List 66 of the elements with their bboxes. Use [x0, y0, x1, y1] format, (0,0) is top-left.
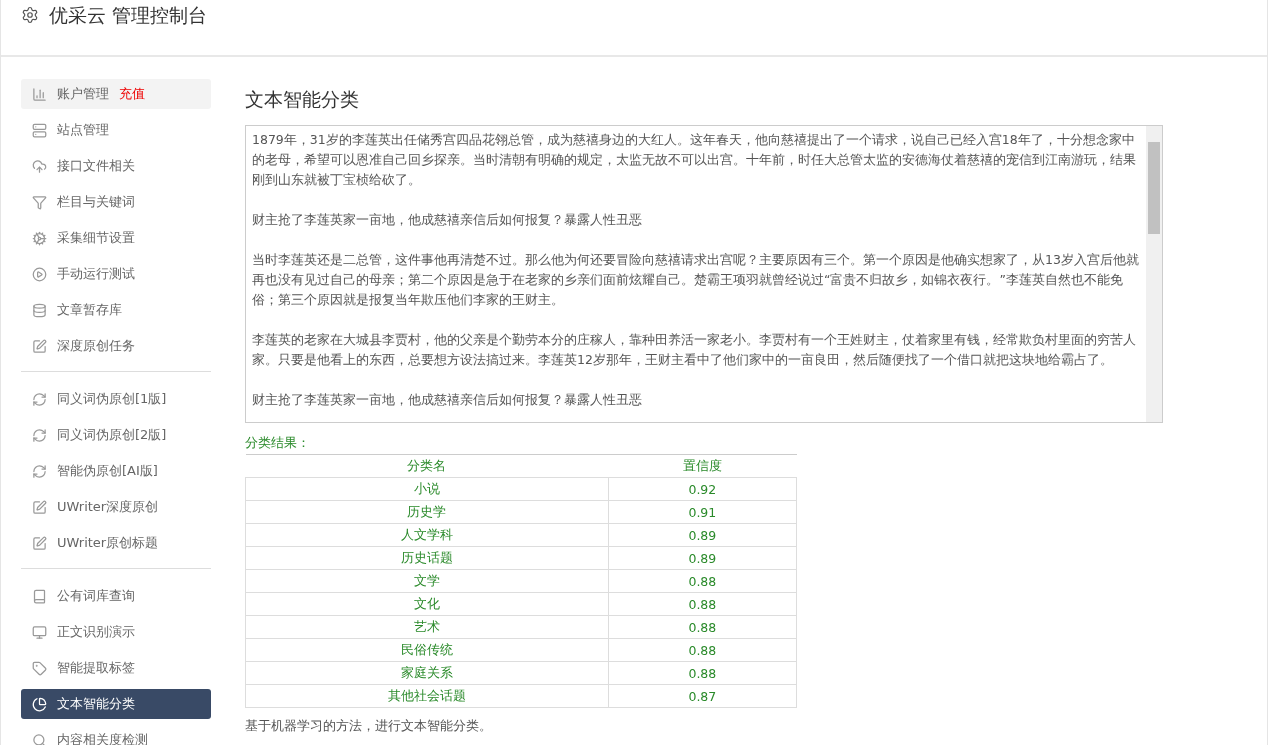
- sidebar-item[interactable]: 正文识别演示: [21, 617, 211, 647]
- table-cell: 0.89: [608, 523, 797, 547]
- refresh-icon: [32, 463, 47, 479]
- table-cell: 家庭关系: [245, 661, 609, 685]
- scrollbar[interactable]: [1146, 126, 1162, 422]
- search-icon: [32, 732, 47, 745]
- edit-icon: [32, 338, 47, 354]
- table-cell: 历史话题: [245, 546, 609, 570]
- table-cell: 0.91: [608, 500, 797, 524]
- sidebar-item[interactable]: 智能提取标签: [21, 653, 211, 683]
- monitor-icon: [32, 624, 47, 640]
- sidebar-item[interactable]: 手动运行测试: [21, 259, 211, 289]
- text-input[interactable]: 1879年，31岁的李莲英出任储秀宫四品花翎总管，成为慈禧身边的大红人。这年春天，他向慈禧提出了一个请求，说自己已经入宫18年了，十分想念家中的老母，希望可以恩准自己回乡探亲。当时清朝有明确的规定，太监无故不可以出宫。十年前，时任大总管太监的安德海仗着慈禧的宠信到江南游玩，结果刚到山东就被丁宝桢给砍了。 财主抢了李莲英家一亩地，他成慈禧亲信后如何报复？暴露人性丑恶 当时李莲英还是二总管，这件事他再清楚不过。那么他为何还要冒险向慈禧请求出宫呢？主要原因有三个。第一个原因是他确实想家了，从13岁入宫后他就再也没有见过自己的母亲；第二个原因是急于在老家的乡亲们面前炫耀自己。楚霸王项羽就曾经说过“富贵不归故乡，如锦衣夜行。”李莲英自然也不能免俗；第三个原因就是报复当年欺压他们李家的王财主。 李莲英的老家在大城县李贾村，他的父亲是个勤劳本分的庄稼人，靠种田养活一家老小。李贾村有一个王姓财主，仗着家里有钱，经常欺负村里面的穷苦人家。只要是他看上的东西，总要想方设法搞过来。李莲英12岁那年，王财主看中了他们家中的一亩良田，然后随便找了一个借口就把这块地给霸占了。 财主抢了李莲英家一亩地，他成慈禧亲信后如何报复？暴露人性丑恶: [245, 125, 1163, 423]
- table-cell: 0.88: [608, 615, 797, 639]
- refresh-icon: [32, 427, 47, 443]
- table-cell: 小说: [245, 477, 609, 501]
- table-cell: 历史学: [245, 500, 609, 524]
- play-icon: [32, 266, 47, 282]
- sidebar-item[interactable]: 同义词伪原创[2版]: [21, 420, 211, 450]
- bar-chart-icon: [32, 86, 47, 102]
- column-header: 分类名: [245, 454, 609, 478]
- sidebar-item[interactable]: 文章暂存库: [21, 295, 211, 325]
- sidebar-item[interactable]: 账户管理 充值: [21, 79, 211, 109]
- sidebar-item[interactable]: 深度原创任务: [21, 331, 211, 361]
- recharge-link[interactable]: 充值: [119, 85, 145, 103]
- sidebar-item[interactable]: 公有词库查询: [21, 581, 211, 611]
- page-title: 文本智能分类: [245, 87, 360, 112]
- sidebar-item[interactable]: 接口文件相关: [21, 151, 211, 181]
- sidebar-item[interactable]: 栏目与关键词: [21, 187, 211, 217]
- console-title: 优采云 管理控制台: [49, 3, 208, 28]
- description-text: 基于机器学习的方法，进行文本智能分类。: [245, 718, 493, 735]
- table-cell: 0.87: [608, 684, 797, 708]
- table-cell: 人文学科: [245, 523, 609, 547]
- sidebar-item[interactable]: UWriter深度原创: [21, 492, 211, 522]
- table-cell: 其他社会话题: [245, 684, 609, 708]
- table-cell: 0.88: [608, 661, 797, 685]
- book-icon: [32, 588, 47, 604]
- table-cell: 0.92: [608, 477, 797, 501]
- result-label: 分类结果：: [245, 435, 311, 452]
- table-cell: 0.88: [608, 638, 797, 662]
- edit-icon: [32, 499, 47, 515]
- sidebar-item[interactable]: 站点管理: [21, 115, 211, 145]
- database-icon: [32, 302, 47, 318]
- table-cell: 0.89: [608, 546, 797, 570]
- tag-icon: [32, 660, 47, 676]
- settings-icon: [21, 6, 39, 24]
- table-cell: 文化: [245, 592, 609, 616]
- sidebar-item[interactable]: UWriter原创标题: [21, 528, 211, 558]
- gears-icon: [32, 230, 47, 246]
- table-cell: 0.88: [608, 592, 797, 616]
- filter-icon: [32, 194, 47, 210]
- sidebar-item[interactable]: 采集细节设置: [21, 223, 211, 253]
- table-cell: 民俗传统: [245, 638, 609, 662]
- server-icon: [32, 122, 47, 138]
- refresh-icon: [32, 391, 47, 407]
- sidebar-item[interactable]: 内容相关度检测: [21, 725, 211, 745]
- table-cell: 0.88: [608, 569, 797, 593]
- sidebar-item[interactable]: 同义词伪原创[1版]: [21, 384, 211, 414]
- column-header: 置信度: [608, 454, 797, 478]
- table-cell: 艺术: [245, 615, 609, 639]
- edit-icon: [32, 535, 47, 551]
- sidebar-item[interactable]: 智能伪原创[AI版]: [21, 456, 211, 486]
- cloud-upload-icon: [32, 158, 47, 174]
- sidebar-item[interactable]: 文本智能分类: [21, 689, 211, 719]
- pie-chart-icon: [32, 696, 47, 712]
- table-cell: 文学: [245, 569, 609, 593]
